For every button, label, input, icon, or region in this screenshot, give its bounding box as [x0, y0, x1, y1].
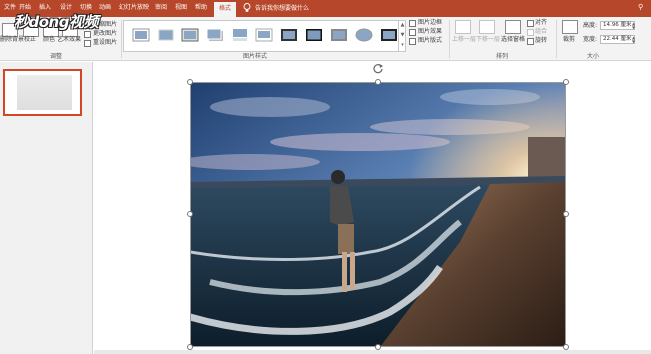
picture-effects-icon[interactable]: [409, 29, 416, 36]
tab-animations[interactable]: 动画: [99, 3, 111, 13]
width-input[interactable]: 22.44 厘米: [600, 35, 635, 44]
style-thumb-bevel-black[interactable]: [305, 28, 323, 42]
adjust-group-label: 调整: [50, 53, 63, 60]
style-thumb-dark-frame[interactable]: [380, 28, 398, 42]
picture-effects-button[interactable]: 图片效果: [418, 28, 442, 36]
send-backward-button[interactable]: 下移一层: [476, 36, 500, 44]
picture-border-icon[interactable]: [409, 20, 416, 27]
bring-forward-button[interactable]: 上移一层: [452, 36, 476, 44]
size-group-label: 大小: [587, 53, 600, 60]
style-thumb-black-frame[interactable]: [280, 28, 298, 42]
powerpoint-window: 文件 开始 插入 设计 切换 动画 幻灯片放映 审阅 视图 帮助 格式 告诉我你…: [0, 0, 651, 354]
style-thumb-metal-frame[interactable]: [330, 28, 348, 42]
crop-button[interactable]: 裁剪: [563, 36, 575, 44]
color-button[interactable]: 颜色: [43, 36, 55, 44]
picture-styles-gallery[interactable]: [123, 20, 406, 52]
height-spinner[interactable]: ▲ ▼: [632, 22, 635, 30]
slide-thumbnail[interactable]: [3, 69, 82, 116]
group-divider: [121, 20, 122, 58]
reset-picture-button[interactable]: 重设图片: [93, 39, 117, 47]
selection-pane-button[interactable]: 选择窗格: [501, 36, 525, 44]
tab-format[interactable]: 格式: [214, 2, 237, 17]
crop-icon[interactable]: [562, 20, 578, 34]
reset-picture-icon[interactable]: [84, 40, 91, 47]
tab-review[interactable]: 审阅: [155, 3, 167, 13]
style-thumb-rotated-white[interactable]: [255, 28, 273, 42]
resize-handle-top-left[interactable]: [187, 79, 193, 85]
tab-help[interactable]: 帮助: [195, 3, 207, 13]
rotate-handle-icon[interactable]: [372, 62, 384, 74]
thumbnail-picture: [17, 75, 72, 110]
align-button[interactable]: 对齐: [535, 19, 547, 27]
selection-pane-icon[interactable]: [505, 20, 521, 34]
resize-handle-right[interactable]: [563, 211, 569, 217]
height-label: 高度:: [583, 22, 598, 29]
width-spinner[interactable]: ▲ ▼: [632, 36, 635, 44]
lightbulb-icon: [243, 3, 251, 12]
rotate-button[interactable]: 旋转: [535, 37, 547, 45]
gallery-scroll-buttons[interactable]: ▲ ▼ ▾: [398, 20, 406, 52]
style-thumb-shadow[interactable]: [206, 28, 224, 42]
resize-handle-top[interactable]: [375, 79, 381, 85]
video-watermark: 秒dong视频: [14, 13, 98, 31]
picture-layout-button[interactable]: 图片版式: [418, 37, 442, 45]
style-thumb-simple-frame[interactable]: [132, 28, 150, 42]
group-objects-button[interactable]: 组合: [535, 28, 547, 36]
style-thumb-oval[interactable]: [355, 28, 373, 42]
bring-forward-icon[interactable]: [455, 20, 471, 34]
slide-thumbnail-pane: 1: [0, 62, 93, 354]
change-picture-icon[interactable]: [84, 31, 91, 38]
tell-me-search[interactable]: 告诉我你想要做什么: [255, 4, 309, 13]
picture-styles-group-label: 图片样式: [243, 53, 268, 60]
picture-layout-icon[interactable]: [409, 38, 416, 45]
corrections-button[interactable]: 校正: [24, 36, 36, 44]
horizontal-scrollbar[interactable]: [94, 350, 651, 354]
rotate-icon[interactable]: [527, 38, 534, 45]
group-objects-icon[interactable]: [527, 29, 534, 36]
style-thumb-reflected[interactable]: [231, 28, 249, 42]
picture-border-button[interactable]: 图片边框: [418, 19, 442, 27]
height-input[interactable]: 14.96 厘米: [600, 21, 635, 30]
beach-photo[interactable]: [190, 82, 566, 347]
tab-slideshow[interactable]: 幻灯片放映: [119, 3, 149, 13]
width-label: 宽度:: [583, 36, 598, 43]
user-icon[interactable]: ⚲: [638, 3, 643, 11]
resize-handle-left[interactable]: [187, 211, 193, 217]
remove-background-button[interactable]: 删除背景: [0, 36, 24, 44]
group-divider: [556, 20, 557, 58]
group-divider: [449, 20, 450, 58]
resize-handle-top-right[interactable]: [563, 79, 569, 85]
align-icon[interactable]: [527, 20, 534, 27]
style-thumb-soft-edge[interactable]: [157, 28, 175, 42]
style-thumb-thick-frame[interactable]: [181, 28, 199, 42]
tab-view[interactable]: 视图: [175, 3, 187, 13]
send-backward-icon[interactable]: [479, 20, 495, 34]
arrange-group-label: 排列: [496, 53, 509, 60]
artistic-effects-button[interactable]: 艺术效果: [57, 36, 81, 44]
